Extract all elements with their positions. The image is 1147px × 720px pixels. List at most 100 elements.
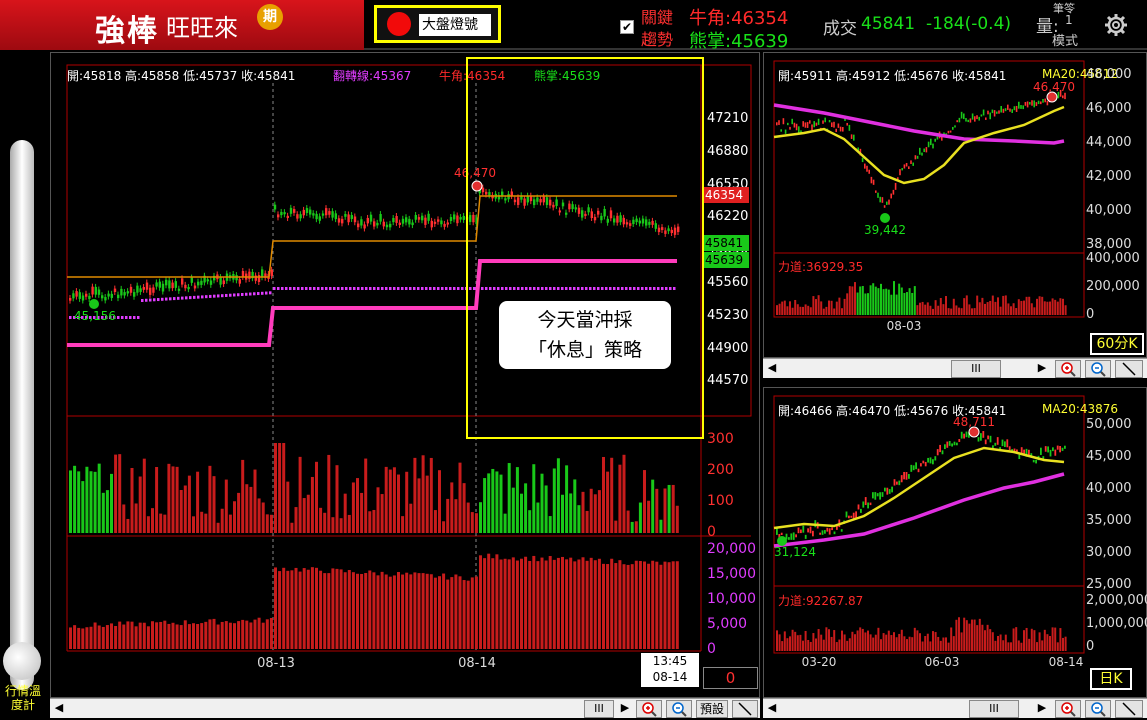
candle: [117, 294, 120, 299]
hourly-candle: [989, 112, 991, 120]
hourly-volume-bar: [828, 300, 830, 315]
hourly-candle: [835, 128, 837, 133]
period-60min-button[interactable]: 60分K: [1090, 333, 1144, 355]
key-trend-checkbox[interactable]: ✔: [620, 20, 634, 34]
candle: [462, 215, 465, 220]
scroll-right-arrow[interactable]: ▶: [618, 700, 632, 718]
daily-volume-bar: [947, 642, 950, 651]
daily-zoom-out-icon[interactable]: [1085, 700, 1111, 718]
hourly-candle: [901, 168, 903, 171]
daily-draw-line-icon[interactable]: [1115, 700, 1143, 718]
hourly-volume-bar: [952, 298, 955, 315]
qty-mode-value[interactable]: 1: [1065, 13, 1073, 27]
daily-volume-bar: [809, 641, 812, 651]
daily-high: 高:46470: [836, 404, 891, 418]
daily-scrollbar[interactable]: ◀ III ▶: [763, 698, 1147, 718]
hourly-zoom-out-icon[interactable]: [1085, 360, 1111, 378]
open-interest-bar: [347, 570, 351, 649]
open-interest-bar: [438, 576, 441, 649]
daily-candle: [996, 437, 999, 445]
volume-bar: [487, 473, 491, 533]
daily-date-1: 03-20: [802, 655, 837, 669]
candle: [161, 283, 165, 292]
scroll-thumb[interactable]: III: [584, 700, 614, 718]
main-scrollbar[interactable]: ◀ III ▶ 預設: [50, 698, 760, 718]
reversal-dot: [121, 316, 124, 319]
candle: [181, 278, 184, 285]
volume-bar: [602, 456, 605, 533]
reversal-dot: [293, 287, 296, 290]
hourly-volume-bar: [932, 308, 934, 315]
daily-candle: [1018, 454, 1021, 460]
reversal-dot: [221, 294, 224, 298]
candle: [353, 216, 357, 223]
daily-scroll-right[interactable]: ▶: [1035, 700, 1049, 718]
scroll-left-arrow[interactable]: ◀: [52, 700, 66, 718]
volume-bar: [511, 487, 515, 533]
volume-bar: [581, 491, 585, 533]
candle: [104, 297, 107, 301]
hourly-candle: [822, 120, 824, 124]
preset-button[interactable]: 預設: [696, 700, 728, 718]
open-interest-bar: [638, 560, 642, 649]
candle: [270, 269, 273, 277]
candle: [277, 214, 280, 218]
open-interest-bar: [429, 574, 433, 649]
candle: [293, 209, 296, 213]
hourly-volume-bar: [861, 286, 864, 315]
candle: [443, 223, 446, 227]
period-daily-button[interactable]: 日K: [1090, 668, 1132, 690]
daily-candle: [1044, 446, 1047, 452]
hourly-scroll-thumb[interactable]: III: [951, 360, 1001, 378]
daily-info-ohlc: 開:46466 高:46470 低:45676 收:45841: [778, 402, 1006, 419]
daily-scroll-thumb[interactable]: III: [969, 700, 1019, 718]
daily-candle: [788, 537, 790, 540]
open-interest-bar: [606, 564, 610, 649]
volume-bar: [331, 517, 335, 533]
hourly-volume-bar: [851, 286, 854, 315]
daily-scroll-left[interactable]: ◀: [765, 700, 779, 718]
volume-bar: [638, 502, 642, 533]
hourly-volume-bar: [802, 306, 804, 315]
hourly-volume-bar: [895, 294, 898, 315]
volume-bar: [278, 443, 282, 533]
hourly-volume-bar: [1046, 301, 1049, 315]
draw-line-icon[interactable]: [732, 700, 758, 718]
candle: [414, 214, 417, 220]
daily-candle: [893, 479, 896, 486]
hourly-zoom-in-icon[interactable]: [1055, 360, 1081, 378]
hourly-scroll-right[interactable]: ▶: [1035, 360, 1049, 378]
open-interest-bar: [454, 574, 458, 649]
hourly-scroll-left[interactable]: ◀: [765, 360, 779, 378]
open-value: 開:45818: [67, 69, 122, 83]
volume-bar: [614, 520, 618, 533]
daily-volume-bar: [843, 634, 846, 651]
market-signal-button[interactable]: 大盤燈號: [374, 5, 501, 43]
reversal-dot: [141, 299, 144, 302]
zoom-in-icon[interactable]: [636, 700, 662, 718]
gear-icon[interactable]: [1103, 12, 1129, 38]
daily-zoom-in-icon[interactable]: [1055, 700, 1081, 718]
daily-volume-bar: [1033, 630, 1036, 651]
hourly-volume-bar: [937, 305, 940, 315]
axis-tick: 47210: [707, 111, 749, 126]
daily-candle: [800, 529, 802, 534]
hourly-candle: [890, 193, 892, 199]
daily-candle: [903, 471, 905, 480]
volume-bar: [421, 455, 425, 533]
open-interest-bar: [85, 627, 89, 649]
hourly-scrollbar[interactable]: ◀ III ▶: [763, 358, 1147, 378]
hourly-draw-line-icon[interactable]: [1115, 360, 1143, 378]
daily-volume-bar: [841, 630, 843, 651]
daily-candle: [898, 480, 901, 486]
candle: [321, 213, 325, 216]
hourly-volume-bar: [887, 289, 890, 315]
hourly-volume-bar: [908, 288, 911, 315]
volume-bar: [515, 467, 519, 533]
hourly-volume-bar: [942, 304, 945, 315]
reversal-dot: [389, 287, 392, 290]
daily-candle: [1020, 447, 1023, 454]
zoom-out-icon[interactable]: [666, 700, 692, 718]
axis-tick: 1,000,000: [1086, 616, 1147, 631]
volume-bar: [183, 485, 187, 533]
